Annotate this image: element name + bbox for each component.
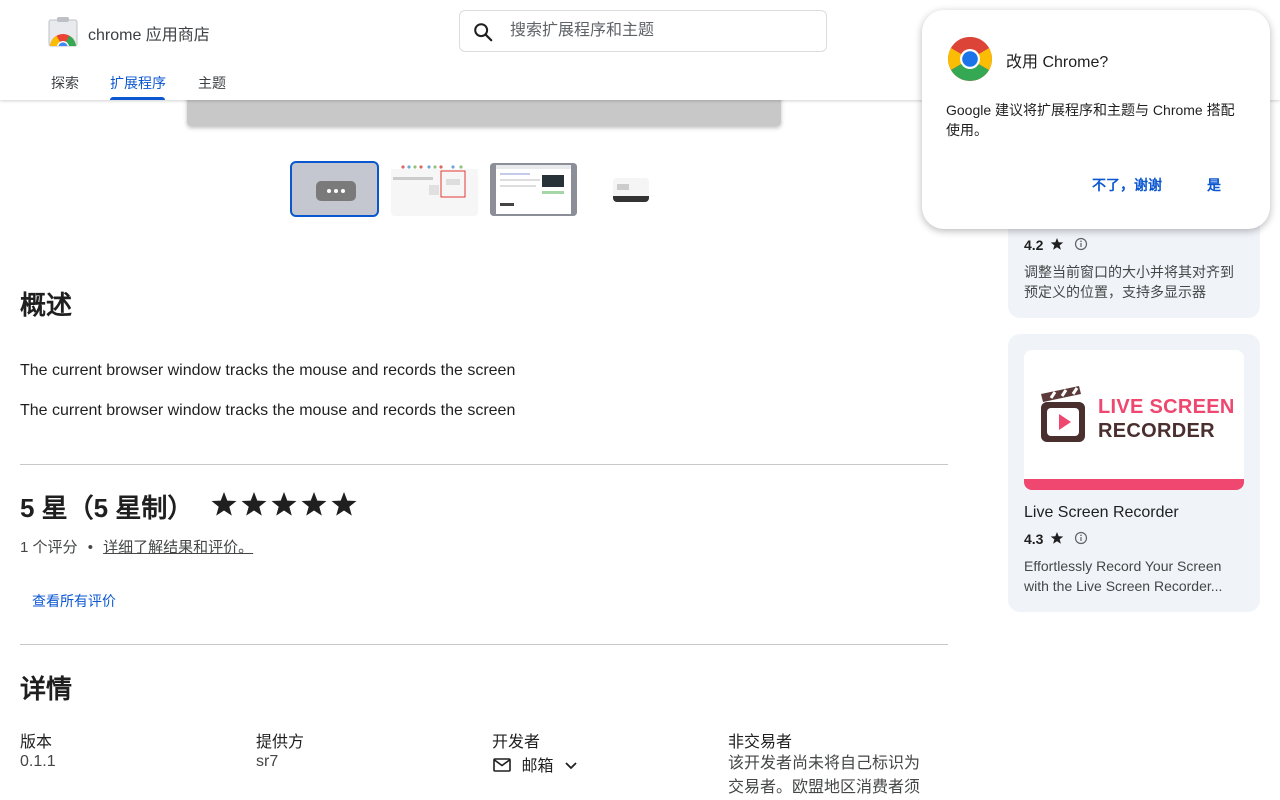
overview-heading: 概述 bbox=[20, 290, 73, 320]
chrome-web-store-logo[interactable] bbox=[48, 17, 78, 47]
tab-explore[interactable]: 探索 bbox=[51, 73, 79, 93]
overview-paragraph-2: The current browser window tracks the mo… bbox=[20, 402, 516, 419]
rating-count: 1 个评分 bbox=[20, 539, 78, 556]
dialog-body: Google 建议将扩展程序和主题与 Chrome 搭配使用。 bbox=[946, 102, 1235, 138]
search-icon[interactable] bbox=[472, 21, 494, 43]
reviews-summary: 1 个评分 • 详细了解结果和评价。 bbox=[20, 536, 253, 557]
card-rating: 4.3 bbox=[1024, 531, 1088, 547]
thumbnail-1[interactable] bbox=[290, 161, 379, 217]
card-rating-value: 4.3 bbox=[1024, 531, 1044, 547]
version-label: 版本 bbox=[20, 734, 53, 751]
card-title: Live Screen Recorder bbox=[1024, 504, 1179, 521]
learn-more-link[interactable]: 详细了解结果和评价。 bbox=[103, 539, 253, 556]
star-icon bbox=[1051, 238, 1064, 250]
info-icon[interactable] bbox=[1074, 531, 1088, 545]
star-icon bbox=[211, 492, 237, 516]
more-icon bbox=[316, 181, 356, 201]
related-extension-card-2[interactable]: LIVE SCREEN RECORDER Live Screen Recorde… bbox=[1008, 334, 1260, 612]
star-icon bbox=[301, 492, 327, 516]
clapperboard-icon bbox=[1041, 386, 1085, 442]
mail-icon bbox=[493, 758, 511, 772]
developer-email-label: 邮箱 bbox=[521, 758, 554, 775]
version-value: 0.1.1 bbox=[20, 753, 56, 770]
decline-button[interactable]: 不了，谢谢 bbox=[1092, 175, 1162, 195]
developer-label: 开发者 bbox=[492, 734, 541, 751]
lsr-image-line1: LIVE SCREEN bbox=[1098, 396, 1235, 418]
card-description: Effortlessly Record Your Screen with the… bbox=[1024, 558, 1223, 594]
thumbnail-3[interactable] bbox=[490, 163, 577, 216]
see-all-reviews-button[interactable]: 查看所有评价 bbox=[32, 591, 116, 611]
card-description: 调整当前窗口的大小并将其对齐到预定义的位置，支持多显示器 bbox=[1024, 264, 1234, 300]
star-rating bbox=[210, 490, 360, 525]
nontrader-text: 该开发者尚未将自己标识为交易者。欧盟地区消费者须 bbox=[728, 755, 921, 796]
bullet-separator: • bbox=[87, 539, 93, 556]
overview-paragraph-1: The current browser window tracks the mo… bbox=[20, 362, 516, 379]
tab-extensions[interactable]: 扩展程序 bbox=[110, 73, 166, 93]
details-heading: 详情 bbox=[20, 674, 73, 704]
star-icon bbox=[331, 492, 357, 516]
thumbnail-4[interactable] bbox=[613, 178, 649, 202]
dialog-title: 改用 Chrome? bbox=[1006, 54, 1109, 71]
rating-heading: 5 星（5 星制） bbox=[20, 493, 194, 523]
star-icon bbox=[241, 492, 267, 516]
provider-value: sr7 bbox=[256, 753, 279, 770]
section-divider bbox=[20, 464, 948, 465]
chevron-down-icon bbox=[565, 762, 577, 770]
tab-themes[interactable]: 主题 bbox=[198, 73, 226, 93]
active-tab-indicator bbox=[110, 97, 165, 100]
switch-to-chrome-dialog: 改用 Chrome? Google 建议将扩展程序和主题与 Chrome 搭配使… bbox=[922, 10, 1270, 229]
star-icon bbox=[1051, 532, 1064, 544]
nontrader-label: 非交易者 bbox=[728, 734, 793, 751]
star-icon bbox=[271, 492, 297, 516]
card-rating: 4.2 bbox=[1024, 237, 1088, 253]
thumbnail-2[interactable] bbox=[391, 163, 478, 216]
chrome-logo-icon bbox=[948, 37, 992, 81]
provider-label: 提供方 bbox=[256, 734, 305, 751]
card-rating-value: 4.2 bbox=[1024, 237, 1044, 253]
live-screen-recorder-image: LIVE SCREEN RECORDER bbox=[1024, 350, 1244, 490]
accept-button[interactable]: 是 bbox=[1207, 175, 1221, 195]
section-divider bbox=[20, 644, 948, 645]
store-name[interactable]: chrome 应用商店 bbox=[88, 21, 210, 45]
search-box[interactable] bbox=[459, 10, 827, 52]
developer-email-dropdown[interactable]: 邮箱 bbox=[493, 752, 578, 776]
lsr-image-line2: RECORDER bbox=[1098, 420, 1215, 442]
search-input[interactable] bbox=[510, 11, 810, 51]
lsr-image-bar bbox=[1024, 479, 1244, 490]
info-icon[interactable] bbox=[1074, 237, 1088, 251]
